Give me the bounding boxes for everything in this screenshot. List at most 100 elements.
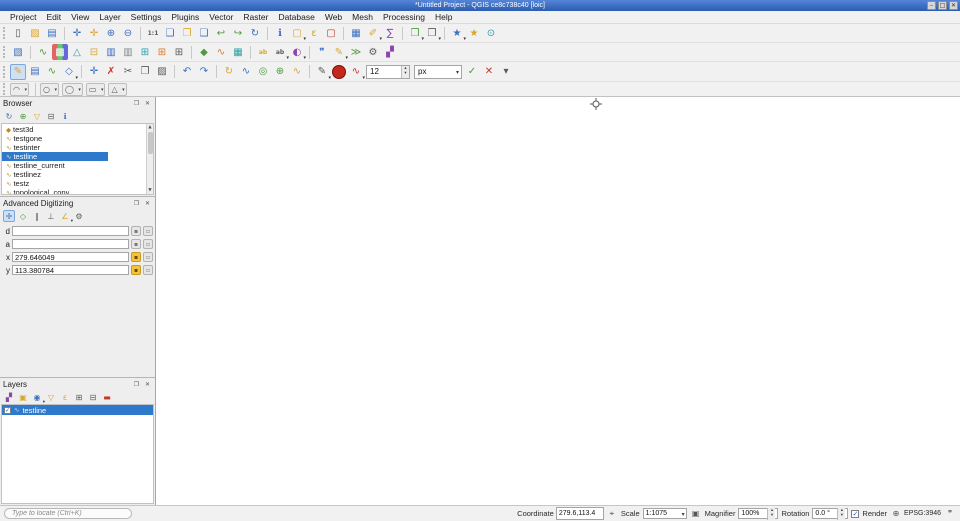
add-raster-layer-icon[interactable]: ▩: [52, 44, 68, 60]
lock-scale-icon[interactable]: ▣: [690, 508, 702, 520]
new-bookmark-icon[interactable]: ★: [466, 25, 482, 41]
coordinate-input[interactable]: [557, 508, 603, 519]
lock-icon[interactable]: [131, 265, 141, 275]
circle-tool[interactable]: ○: [40, 83, 59, 96]
add-selected-layers-icon[interactable]: ⊕: [17, 110, 29, 122]
repeat-lock-icon[interactable]: [143, 226, 153, 236]
add-vector-layer-icon[interactable]: ∿: [35, 44, 51, 60]
open-attribute-table-icon[interactable]: ▦: [348, 25, 364, 41]
close-panel-icon[interactable]: ✕: [143, 199, 152, 208]
collapse-all-icon[interactable]: ⊟: [45, 110, 57, 122]
menu-help[interactable]: Help: [430, 11, 457, 24]
map-tips-icon[interactable]: ❞: [314, 44, 330, 60]
data-source-manager-icon[interactable]: ▧: [10, 44, 26, 60]
close-panel-icon[interactable]: ✕: [143, 380, 152, 389]
collapse-all-layers-icon[interactable]: ⊟: [87, 391, 99, 403]
layer-item-testline[interactable]: ∿ testline: [2, 405, 153, 415]
processing-toolbox-icon[interactable]: ⚙: [365, 44, 381, 60]
lock-icon[interactable]: [131, 252, 141, 262]
zoom-next-icon[interactable]: ↪: [230, 25, 246, 41]
vertex-tool-icon[interactable]: ◇: [61, 64, 77, 80]
cad-settings-icon[interactable]: ⚙: [73, 210, 85, 222]
select-by-expression-icon[interactable]: ε: [306, 25, 322, 41]
reshape-features-icon[interactable]: ∿: [289, 64, 305, 80]
repeat-lock-icon[interactable]: [143, 239, 153, 249]
add-part-icon[interactable]: ⊕: [272, 64, 288, 80]
new-annotation-icon[interactable]: ✎: [331, 44, 347, 60]
pan-to-selection-icon[interactable]: ✛: [86, 25, 102, 41]
deselect-features-icon[interactable]: ▢: [323, 25, 339, 41]
menu-web[interactable]: Web: [320, 11, 347, 24]
common-angle-snapping-icon[interactable]: ∠: [59, 210, 71, 222]
circular-string-tool[interactable]: ◠: [10, 83, 29, 96]
open-project-icon[interactable]: ▨: [27, 25, 43, 41]
new-3d-map-view-icon[interactable]: ❒: [424, 25, 440, 41]
browser-item-testline[interactable]: ∿ testline: [2, 152, 108, 161]
field-input[interactable]: [12, 252, 129, 262]
browser-item-testlinez[interactable]: ∿ testlinez: [2, 170, 153, 179]
rectangle-tool[interactable]: ▭: [86, 83, 106, 96]
close-panel-icon[interactable]: ✕: [143, 99, 152, 108]
menu-edit[interactable]: Edit: [41, 11, 66, 24]
menu-plugins[interactable]: Plugins: [166, 11, 204, 24]
layer-labeling-icon[interactable]: ab: [255, 44, 271, 60]
menu-raster[interactable]: Raster: [238, 11, 273, 24]
manage-map-themes-icon[interactable]: ◉: [31, 391, 43, 403]
new-project-icon[interactable]: ▯: [10, 25, 26, 41]
spin-arrows-icon[interactable]: [837, 508, 845, 520]
style-manager-icon[interactable]: ▞: [382, 44, 398, 60]
add-delimited-text-icon[interactable]: ⊟: [86, 44, 102, 60]
zoom-out-icon[interactable]: ⊖: [120, 25, 136, 41]
filter-browser-icon[interactable]: ▽: [31, 110, 43, 122]
annotation-layer-icon[interactable]: ✎: [314, 64, 330, 80]
rotate-feature-icon[interactable]: ↻: [221, 64, 237, 80]
zoom-last-icon[interactable]: ↩: [213, 25, 229, 41]
simplify-feature-icon[interactable]: ∿: [238, 64, 254, 80]
scroll-up-icon[interactable]: [147, 124, 154, 131]
more-options-icon[interactable]: ▾: [498, 64, 514, 80]
add-group-icon[interactable]: ▣: [17, 391, 29, 403]
layer-single-labeling-icon[interactable]: ab: [272, 44, 288, 60]
regular-polygon-tool[interactable]: △: [108, 83, 126, 96]
undo-icon[interactable]: ↶: [179, 64, 195, 80]
field-input[interactable]: [12, 265, 129, 275]
scroll-down-icon[interactable]: [147, 187, 154, 194]
cancel-icon[interactable]: ✕: [481, 64, 497, 80]
cut-features-icon[interactable]: ✂: [120, 64, 136, 80]
redo-icon[interactable]: ↷: [196, 64, 212, 80]
select-features-icon[interactable]: ▢: [289, 25, 305, 41]
refresh-browser-icon[interactable]: ↻: [3, 110, 15, 122]
open-layer-styling-icon[interactable]: ▞: [3, 391, 15, 403]
filter-by-expression-icon[interactable]: ε: [59, 391, 71, 403]
measure-line-icon[interactable]: ✐: [365, 25, 381, 41]
add-line-feature-icon[interactable]: ∿: [44, 64, 60, 80]
messages-icon[interactable]: ❞: [944, 508, 956, 520]
browser-item-test3d[interactable]: ◆ test3d: [2, 125, 153, 134]
zoom-to-selection-icon[interactable]: ❐: [179, 25, 195, 41]
menu-vector[interactable]: Vector: [204, 11, 238, 24]
toolbar-handle[interactable]: [3, 66, 7, 78]
browser-item-testz[interactable]: ∿ testz: [2, 179, 153, 188]
add-xyz-layer-icon[interactable]: ⊞: [171, 44, 187, 60]
confirm-icon[interactable]: ✓: [464, 64, 480, 80]
add-wfs-layer-icon[interactable]: ⊞: [154, 44, 170, 60]
scrollbar-thumb[interactable]: [148, 132, 153, 154]
render-checkbox[interactable]: [851, 510, 859, 518]
zoom-to-layer-icon[interactable]: ❑: [196, 25, 212, 41]
copy-features-icon[interactable]: ❐: [137, 64, 153, 80]
unit-combobox[interactable]: px: [414, 65, 462, 79]
move-feature-icon[interactable]: ✛: [86, 64, 102, 80]
menu-mesh[interactable]: Mesh: [347, 11, 378, 24]
properties-widget-icon[interactable]: ℹ: [59, 110, 71, 122]
refresh-map-icon[interactable]: ↻: [247, 25, 263, 41]
title-bar[interactable]: *Untitled Project - QGIS ce8c738c40 [loi…: [0, 0, 960, 11]
spin-arrows-icon[interactable]: [401, 66, 409, 78]
toggle-extents-icon[interactable]: ⌖: [606, 508, 618, 520]
browser-item-testline-current[interactable]: ∿ testline_current: [2, 161, 153, 170]
save-project-icon[interactable]: ▤: [44, 25, 60, 41]
add-wms-layer-icon[interactable]: ⊞: [137, 44, 153, 60]
lock-icon[interactable]: [131, 226, 141, 236]
locate-search-input[interactable]: [4, 508, 132, 519]
enable-advanced-digitizing-icon[interactable]: ✛: [3, 210, 15, 222]
minimize-button[interactable]: –: [927, 1, 936, 10]
